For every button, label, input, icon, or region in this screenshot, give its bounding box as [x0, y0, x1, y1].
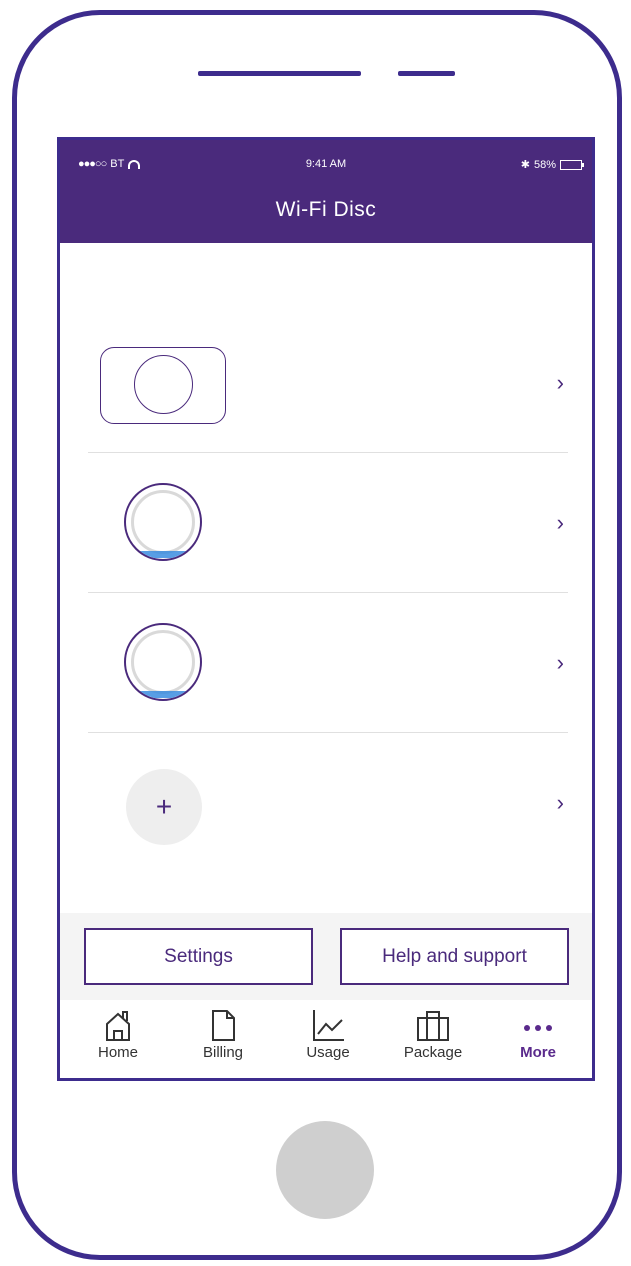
device-row-add[interactable]: + ›	[88, 733, 568, 873]
phone-camera-slot	[398, 71, 455, 76]
tab-package-label: Package	[403, 1044, 463, 1061]
tab-package[interactable]: Package	[383, 1006, 483, 1061]
tab-more-label: More	[520, 1044, 556, 1061]
briefcase-icon	[417, 1011, 449, 1041]
battery-percent: 58%	[533, 158, 556, 171]
help-and-support-button[interactable]: Help and support	[340, 928, 569, 985]
phone-speaker	[198, 71, 361, 76]
tab-usage[interactable]: Usage	[278, 1006, 378, 1061]
battery-icon	[560, 159, 584, 170]
document-icon	[212, 1010, 235, 1041]
phone-home-button[interactable]	[276, 1121, 374, 1219]
disc-icon	[124, 483, 202, 561]
chart-icon	[313, 1010, 344, 1041]
battery-info: ✱ 58%	[520, 158, 584, 171]
add-icon: +	[126, 769, 202, 845]
status-bar: ●●●○○ BT 9:41 AM ✱ 58%	[60, 158, 592, 174]
tab-billing-label: Billing	[202, 1044, 244, 1061]
tab-home-label: Home	[97, 1044, 138, 1061]
more-dots-icon	[524, 1025, 552, 1031]
device-row-hub[interactable]: ›	[88, 313, 568, 453]
device-row-disc-1[interactable]: ›	[88, 453, 568, 593]
status-time: 9:41 AM	[305, 158, 347, 170]
app-screen: ●●●○○ BT 9:41 AM ✱ 58% Wi-Fi Disc › › › …	[57, 137, 595, 1081]
hub-icon	[100, 347, 226, 424]
bluetooth-icon: ✱	[520, 159, 530, 171]
chevron-right-icon: ›	[556, 650, 564, 675]
chevron-right-icon: ›	[556, 790, 564, 815]
home-icon	[106, 1011, 130, 1041]
settings-button[interactable]: Settings	[84, 928, 313, 985]
tab-more[interactable]: More	[488, 1006, 588, 1061]
tab-bar: Home Billing Usage Package More	[60, 1000, 592, 1078]
tab-home[interactable]: Home	[68, 1006, 168, 1061]
chevron-right-icon: ›	[556, 510, 564, 535]
tab-billing[interactable]: Billing	[173, 1006, 273, 1061]
disc-icon	[124, 623, 202, 701]
chevron-right-icon: ›	[556, 370, 564, 395]
app-header: ●●●○○ BT 9:41 AM ✱ 58% Wi-Fi Disc	[60, 140, 592, 243]
device-row-disc-2[interactable]: ›	[88, 593, 568, 733]
tab-usage-label: Usage	[306, 1044, 350, 1061]
action-bar: Settings Help and support	[60, 913, 592, 1000]
page-title: Wi-Fi Disc	[275, 198, 377, 221]
